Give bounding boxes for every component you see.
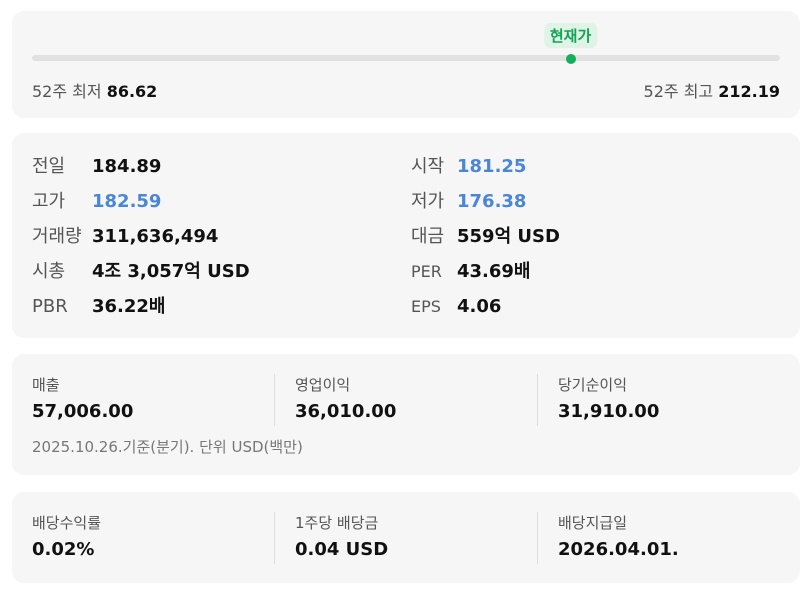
dividends-card: 배당수익률 0.02% 1주당 배당금 0.04 USD 배당지급일 2026.…	[12, 492, 800, 583]
financial-value: 57,006.00	[32, 401, 134, 422]
stat-label: EPS	[411, 297, 441, 316]
dividend-pay-date: 배당지급일 2026.04.01.	[558, 512, 679, 562]
stat-label: 대금	[411, 226, 445, 247]
stat-value: 176.38	[457, 191, 527, 212]
week52-high-label: 52주 최고	[643, 82, 714, 101]
dividend-label: 배당지급일	[558, 514, 628, 532]
stat-value: 311,636,494	[92, 226, 219, 247]
financial-label: 매출	[32, 376, 60, 394]
dividend-value: 0.04 USD	[295, 539, 389, 560]
dividend-per-share: 1주당 배당금 0.04 USD	[295, 512, 388, 562]
stat-value: 559억 USD	[457, 226, 560, 247]
week52-high-value: 212.19	[718, 82, 780, 101]
financial-value: 31,910.00	[558, 401, 660, 422]
current-price-tag: 현재가	[543, 23, 598, 48]
dividend-yield: 배당수익률 0.02%	[32, 512, 101, 562]
stat-label: PER	[411, 262, 442, 281]
stat-label: 시총	[32, 261, 66, 282]
financials-card: 매출 57,006.00 영업이익 36,010.00 당기순이익 31,910…	[12, 354, 800, 475]
financial-label: 영업이익	[295, 376, 351, 394]
financial-value: 36,010.00	[295, 401, 397, 422]
financial-revenue: 매출 57,006.00	[32, 374, 133, 424]
column-divider	[274, 374, 275, 426]
stat-label: 거래량	[32, 226, 82, 247]
column-divider	[537, 512, 538, 564]
financial-label: 당기순이익	[558, 376, 628, 394]
price-stats-card: 전일 184.89 고가 182.59 거래량 311,636,494 시총 4…	[12, 133, 800, 338]
week52-low-label: 52주 최저	[32, 82, 102, 101]
stat-value: 36.22배	[92, 296, 166, 317]
stat-value: 4조 3,057억 USD	[92, 261, 250, 282]
dividend-value: 0.02%	[32, 539, 95, 560]
stat-label: PBR	[32, 296, 68, 317]
stat-value: 4.06	[457, 296, 502, 317]
current-price-marker	[565, 54, 576, 64]
stat-label: 전일	[32, 156, 66, 177]
stat-label: 시작	[411, 156, 445, 177]
stat-value: 184.89	[92, 156, 162, 177]
week52-low: 52주 최저 86.62	[32, 78, 157, 102]
week52-high: 52주 최고 212.19	[644, 78, 780, 102]
week52-range-card: 현재가 52주 최저 86.62 52주 최고 212.19	[12, 11, 800, 118]
financial-net-income: 당기순이익 31,910.00	[558, 374, 659, 424]
financials-note: 2025.10.26.기준(분기). 단위 USD(백만)	[32, 438, 303, 456]
stat-label: 저가	[411, 191, 445, 212]
range-track	[32, 55, 780, 61]
dividend-value: 2026.04.01.	[558, 539, 679, 560]
dividend-label: 배당수익률	[32, 514, 102, 532]
financial-operating-income: 영업이익 36,010.00	[295, 374, 396, 424]
dividend-label: 1주당 배당금	[295, 514, 379, 532]
stat-label: 고가	[32, 191, 66, 212]
column-divider	[537, 374, 538, 426]
stat-value: 181.25	[457, 156, 527, 177]
stat-value: 43.69배	[457, 261, 531, 282]
column-divider	[274, 512, 275, 564]
week52-low-value: 86.62	[106, 82, 158, 101]
stat-value: 182.59	[92, 191, 162, 212]
